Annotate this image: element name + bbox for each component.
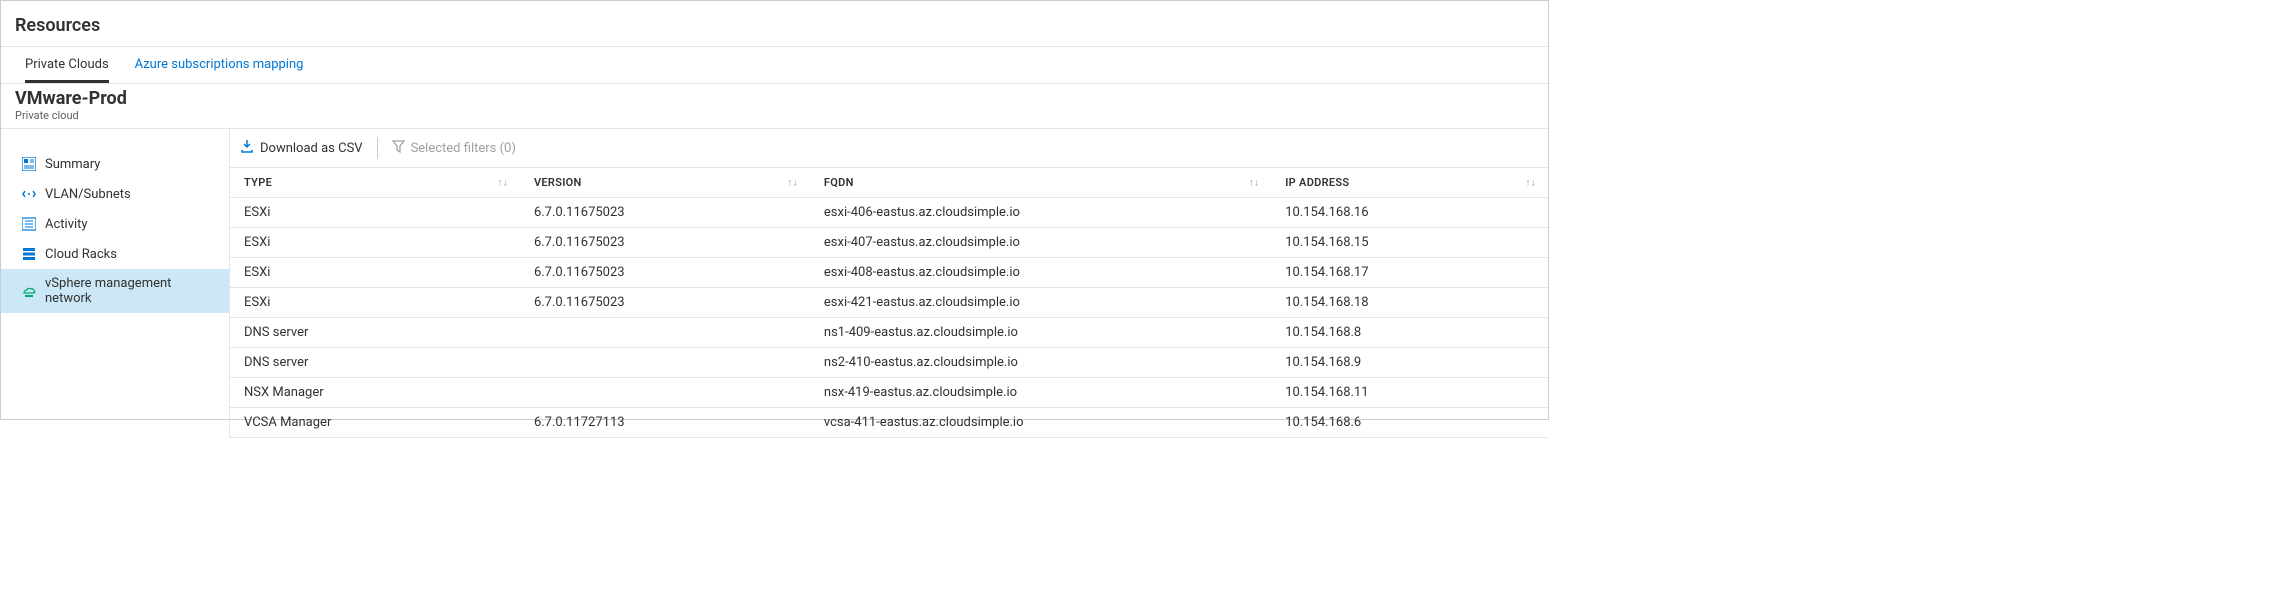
cell-type: NSX Manager <box>230 378 520 408</box>
table-row[interactable]: ESXi6.7.0.11675023esxi-407-eastus.az.clo… <box>230 228 1548 258</box>
table-row[interactable]: ESXi6.7.0.11675023esxi-408-eastus.az.clo… <box>230 258 1548 288</box>
cell-ip: 10.154.168.6 <box>1271 408 1548 438</box>
cell-fqdn: esxi-408-eastus.az.cloudsimple.io <box>810 258 1271 288</box>
download-icon <box>240 139 254 157</box>
vlan-icon <box>21 186 37 202</box>
cell-type: DNS server <box>230 318 520 348</box>
cell-fqdn: ns1-409-eastus.az.cloudsimple.io <box>810 318 1271 348</box>
toolbar: Download as CSV Selected filters (0) <box>230 129 1548 167</box>
cell-ip: 10.154.168.8 <box>1271 318 1548 348</box>
table-row[interactable]: DNS server ns1-409-eastus.az.cloudsimple.… <box>230 318 1548 348</box>
sidebar-item-vlan[interactable]: VLAN/Subnets <box>1 179 229 209</box>
cell-ip: 10.154.168.9 <box>1271 348 1548 378</box>
column-header-ip[interactable]: IP ADDRESS ↑↓ <box>1271 168 1548 198</box>
cell-version <box>520 318 810 348</box>
table-row[interactable]: ESXi6.7.0.11675023esxi-406-eastus.az.clo… <box>230 198 1548 228</box>
cell-fqdn: esxi-407-eastus.az.cloudsimple.io <box>810 228 1271 258</box>
sort-icon: ↑↓ <box>497 177 508 188</box>
cell-version: 6.7.0.11675023 <box>520 258 810 288</box>
cell-version <box>520 378 810 408</box>
cell-version: 6.7.0.11727113 <box>520 408 810 438</box>
cell-fqdn: vcsa-411-eastus.az.cloudsimple.io <box>810 408 1271 438</box>
sort-icon: ↑↓ <box>1525 177 1536 188</box>
sidebar-item-label: Summary <box>45 157 100 172</box>
cell-version <box>520 348 810 378</box>
table-row[interactable]: NSX Manager nsx-419-eastus.az.cloudsimple… <box>230 378 1548 408</box>
cell-type: ESXi <box>230 198 520 228</box>
cell-version: 6.7.0.11675023 <box>520 198 810 228</box>
sidebar-item-label: vSphere management network <box>45 276 219 306</box>
resource-type: Private cloud <box>15 109 1534 122</box>
cell-type: ESXi <box>230 288 520 318</box>
vsphere-icon <box>21 283 37 299</box>
filters-label: Selected filters (0) <box>411 141 516 156</box>
cell-type: VCSA Manager <box>230 408 520 438</box>
column-header-version[interactable]: VERSION ↑↓ <box>520 168 810 198</box>
cell-ip: 10.154.168.17 <box>1271 258 1548 288</box>
column-header-fqdn[interactable]: FQDN ↑↓ <box>810 168 1271 198</box>
sidebar: Summary VLAN/Subnets Activity Cloud Rack… <box>1 129 229 438</box>
cell-ip: 10.154.168.16 <box>1271 198 1548 228</box>
cell-ip: 10.154.168.11 <box>1271 378 1548 408</box>
sidebar-item-label: Activity <box>45 217 88 232</box>
table-row[interactable]: VCSA Manager6.7.0.11727113vcsa-411-eastu… <box>230 408 1548 438</box>
cell-type: DNS server <box>230 348 520 378</box>
sort-icon: ↑↓ <box>787 177 798 188</box>
cell-version: 6.7.0.11675023 <box>520 228 810 258</box>
sort-icon: ↑↓ <box>1249 177 1260 188</box>
data-table: TYPE ↑↓ VERSION ↑↓ FQDN ↑↓ IP ADDRESS ↑↓ <box>230 167 1548 438</box>
filter-icon <box>392 140 405 157</box>
sidebar-item-vsphere[interactable]: vSphere management network <box>1 269 229 313</box>
table-row[interactable]: DNS server ns2-410-eastus.az.cloudsimple.… <box>230 348 1548 378</box>
cell-fqdn: ns2-410-eastus.az.cloudsimple.io <box>810 348 1271 378</box>
sidebar-item-cloud-racks[interactable]: Cloud Racks <box>1 239 229 269</box>
cell-fqdn: nsx-419-eastus.az.cloudsimple.io <box>810 378 1271 408</box>
resource-name: VMware-Prod <box>15 88 1534 109</box>
tabs: Private Clouds Azure subscriptions mappi… <box>1 47 1548 84</box>
toolbar-separator <box>377 137 378 159</box>
column-header-type[interactable]: TYPE ↑↓ <box>230 168 520 198</box>
summary-icon <box>21 156 37 172</box>
filters-button[interactable]: Selected filters (0) <box>392 140 516 157</box>
cell-fqdn: esxi-406-eastus.az.cloudsimple.io <box>810 198 1271 228</box>
download-label: Download as CSV <box>260 141 363 156</box>
cell-type: ESXi <box>230 228 520 258</box>
table-row[interactable]: ESXi6.7.0.11675023esxi-421-eastus.az.clo… <box>230 288 1548 318</box>
tab-private-clouds[interactable]: Private Clouds <box>25 47 109 83</box>
sidebar-item-activity[interactable]: Activity <box>1 209 229 239</box>
download-csv-button[interactable]: Download as CSV <box>240 139 363 157</box>
cell-version: 6.7.0.11675023 <box>520 288 810 318</box>
cell-fqdn: esxi-421-eastus.az.cloudsimple.io <box>810 288 1271 318</box>
cell-ip: 10.154.168.15 <box>1271 228 1548 258</box>
page-title: Resources <box>15 15 1534 36</box>
sidebar-item-label: Cloud Racks <box>45 247 117 262</box>
racks-icon <box>21 246 37 262</box>
activity-icon <box>21 216 37 232</box>
sidebar-item-label: VLAN/Subnets <box>45 187 131 202</box>
tab-azure-subscriptions[interactable]: Azure subscriptions mapping <box>135 47 304 83</box>
cell-type: ESXi <box>230 258 520 288</box>
cell-ip: 10.154.168.18 <box>1271 288 1548 318</box>
sidebar-item-summary[interactable]: Summary <box>1 149 229 179</box>
